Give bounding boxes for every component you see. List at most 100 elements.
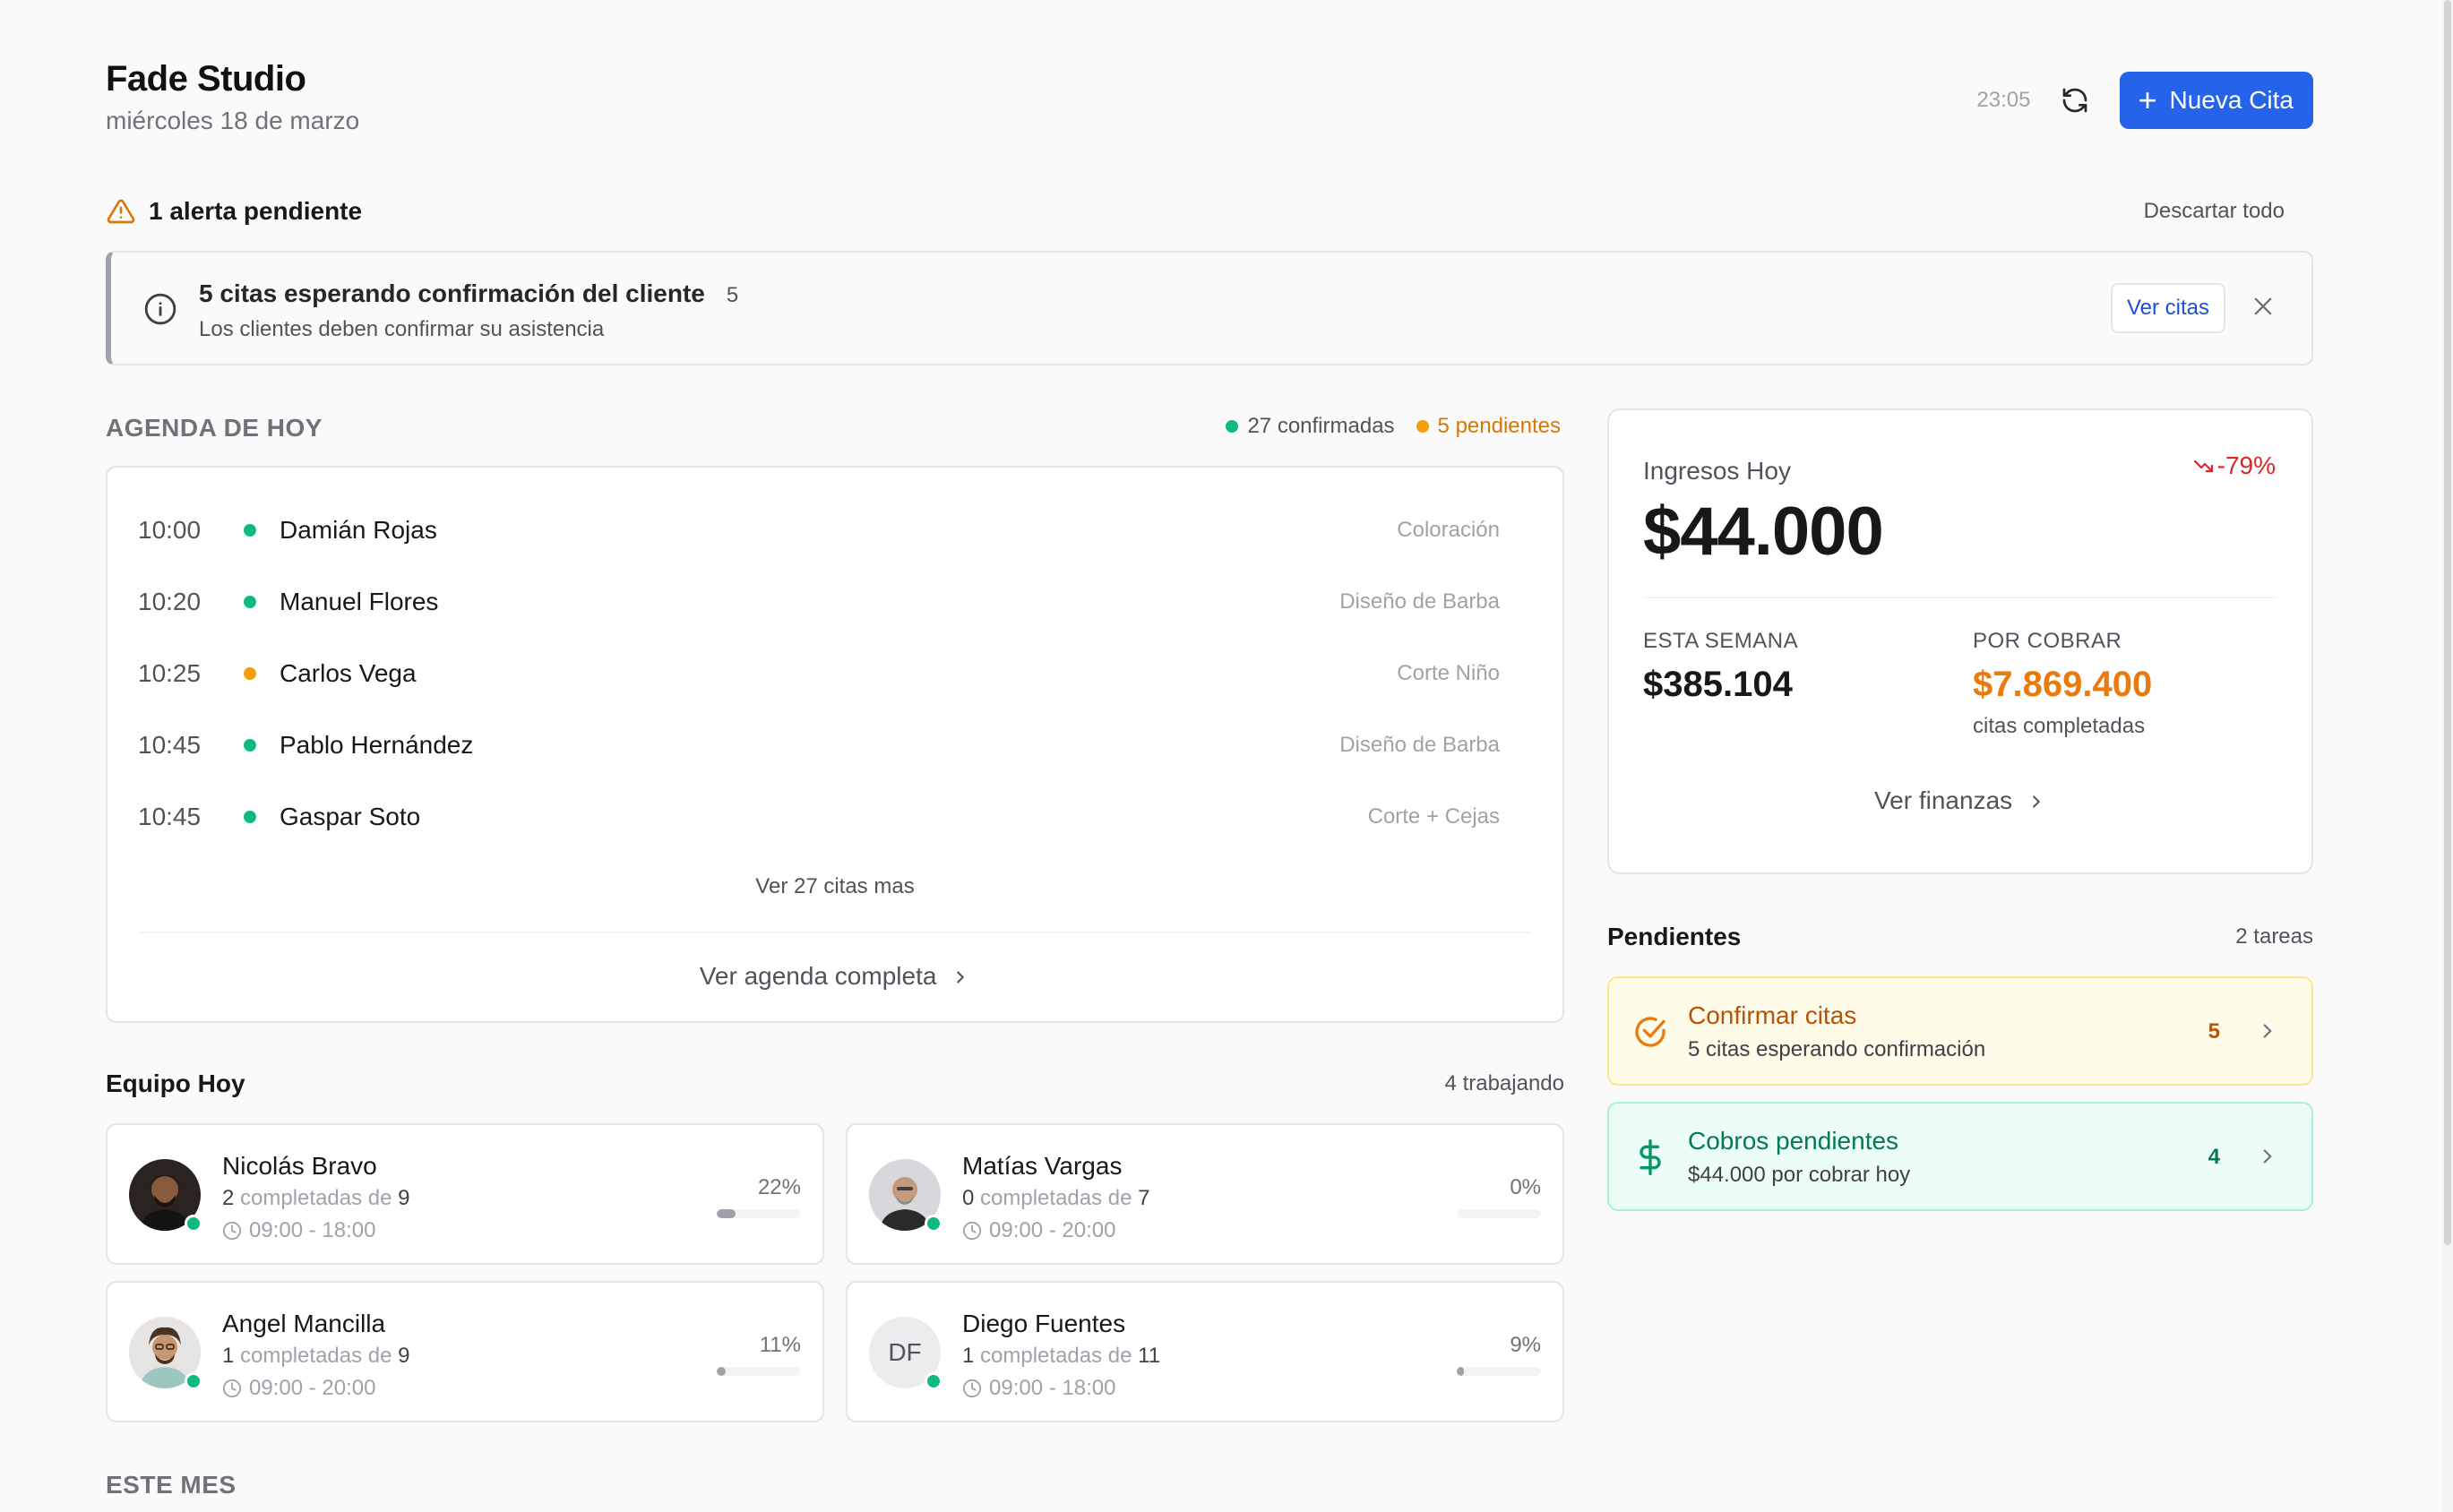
today-income-value: $44.000 (1643, 494, 1884, 570)
service-name: Corte + Cejas (1367, 804, 1500, 829)
pending-count: 5 pendientes (1437, 414, 1561, 438)
pending-title: Pendientes (1607, 923, 1742, 950)
member-completed: 0 completadas de 7 (962, 1186, 1150, 1211)
client-name: Gaspar Soto (280, 803, 421, 830)
online-indicator (925, 1372, 942, 1390)
member-hours-text: 09:00 - 20:00 (989, 1218, 1116, 1242)
online-indicator (925, 1215, 942, 1233)
task-subtitle: 5 citas esperando confirmación (1688, 1037, 1986, 1061)
status-dot (244, 739, 256, 752)
total-count: 9 (398, 1344, 410, 1368)
receivable: POR COBRAR $7.869.400 citas completadas (1973, 629, 2152, 739)
member-completed: 1 completadas de 11 (962, 1344, 1160, 1369)
chevron-right-icon (2263, 1149, 2272, 1164)
view-finances-link[interactable]: Ver finanzas (1609, 786, 2311, 815)
member-hours: 09:00 - 20:00 (222, 1376, 375, 1401)
task-count: 4 (2208, 1145, 2220, 1169)
scrollbar-track[interactable] (2442, 0, 2453, 1512)
receivable-label: POR COBRAR (1973, 629, 2122, 653)
header-actions: 23:05 + Nueva Cita (1976, 72, 2313, 129)
clock-icon (222, 1221, 242, 1241)
pending-dot (1416, 420, 1429, 433)
income-trend: -79% (2190, 451, 2276, 480)
appointment-row[interactable]: 10:00 Damián Rojas Coloración (138, 503, 1500, 557)
member-name: Angel Mancilla (222, 1310, 386, 1337)
online-indicator (185, 1372, 202, 1390)
warning-icon (107, 199, 135, 224)
total-count: 7 (1138, 1186, 1150, 1210)
today-income-label: Ingresos Hoy (1643, 457, 1791, 485)
agenda-legend: 27 confirmadas 5 pendientes (1204, 414, 1561, 439)
new-appointment-label: Nueva Cita (2169, 86, 2294, 114)
trending-down-icon (2193, 460, 2213, 473)
team-member-card[interactable]: Angel Mancilla 1 completadas de 9 09:00 … (106, 1281, 824, 1422)
member-hours-text: 09:00 - 20:00 (249, 1376, 376, 1400)
status-dot (244, 524, 256, 537)
close-icon[interactable] (2251, 294, 2276, 319)
member-hours: 09:00 - 18:00 (962, 1376, 1115, 1401)
view-appointments-button[interactable]: Ver citas (2110, 283, 2225, 333)
team-member-card[interactable]: Matías Vargas 0 completadas de 7 09:00 -… (846, 1123, 1564, 1265)
completed-label: completadas de (980, 1344, 1132, 1368)
completed-label: completadas de (980, 1186, 1132, 1210)
progress-fill (1457, 1367, 1465, 1376)
progress-bar (717, 1367, 801, 1376)
alert-count: 5 (726, 283, 739, 307)
dollar-icon (1640, 1139, 1661, 1175)
progress-fill (717, 1367, 727, 1376)
appointment-row[interactable]: 10:45 Gaspar Soto Corte + Cejas (138, 790, 1500, 844)
alert-summary: 1 alerta pendiente Descartar todo (106, 195, 2313, 228)
check-circle-icon (1635, 1017, 1665, 1047)
full-agenda-link[interactable]: Ver agenda completa (108, 962, 1562, 991)
task-subtitle: $44.000 por cobrar hoy (1688, 1163, 1911, 1187)
more-appointments-link[interactable]: Ver 27 citas mas (108, 874, 1562, 899)
status-dot (244, 811, 256, 823)
page-header: Fade Studio miércoles 18 de marzo 23:05 … (106, 59, 2313, 149)
agenda-card: 10:00 Damián Rojas Coloración 10:20 Manu… (106, 466, 1564, 1023)
member-percent: 22% (757, 1175, 801, 1199)
alert-card: 5 citas esperando confirmación del clien… (106, 251, 2313, 365)
plus-icon: + (2138, 82, 2157, 118)
client-name: Damián Rojas (280, 516, 437, 544)
confirmed-count: 27 confirmadas (1247, 414, 1395, 438)
member-name: Diego Fuentes (962, 1310, 1126, 1337)
income-trend-value: -79% (2216, 451, 2276, 479)
completed-label: completadas de (240, 1344, 392, 1368)
completed-count: 1 (962, 1344, 975, 1368)
team-member-card[interactable]: Nicolás Bravo 2 completadas de 9 09:00 -… (106, 1123, 824, 1265)
task-confirm-appointments[interactable]: Confirmar citas 5 citas esperando confir… (1607, 976, 2313, 1086)
refresh-icon[interactable] (2057, 82, 2093, 118)
progress-fill (717, 1209, 736, 1218)
appointment-row[interactable]: 10:20 Manuel Flores Diseño de Barba (138, 575, 1500, 629)
status-dot (244, 596, 256, 608)
new-appointment-button[interactable]: + Nueva Cita (2120, 72, 2313, 129)
appointment-row[interactable]: 10:25 Carlos Vega Corte Niño (138, 647, 1500, 700)
member-hours: 09:00 - 20:00 (962, 1218, 1115, 1243)
confirmed-legend: 27 confirmadas (1226, 414, 1395, 439)
task-pending-payments[interactable]: Cobros pendientes $44.000 por cobrar hoy… (1607, 1102, 2313, 1211)
dismiss-all-button[interactable]: Descartar todo (2144, 199, 2285, 224)
client-name: Carlos Vega (280, 659, 417, 687)
member-name: Matías Vargas (962, 1152, 1123, 1180)
team-member-card[interactable]: DF Diego Fuentes 1 completadas de 11 09:… (846, 1281, 1564, 1422)
service-name: Diseño de Barba (1339, 733, 1500, 757)
appointment-time: 10:45 (138, 803, 202, 830)
scrollbar-thumb[interactable] (2444, 0, 2451, 1245)
clock-icon (222, 1379, 242, 1398)
confirmed-dot (1226, 420, 1239, 433)
task-count: 5 (2208, 1019, 2220, 1044)
member-hours: 09:00 - 18:00 (222, 1218, 375, 1243)
alert-subtitle: Los clientes deben confirmar su asistenc… (199, 317, 605, 341)
team-count: 4 trabajando (1444, 1071, 1564, 1095)
completed-count: 1 (222, 1344, 235, 1368)
member-completed: 2 completadas de 9 (222, 1186, 410, 1211)
receivable-note: citas completadas (1973, 714, 2146, 738)
appointment-time: 10:20 (138, 588, 202, 615)
appointment-time: 10:00 (138, 516, 202, 544)
clock-icon (962, 1221, 982, 1241)
agenda-label: AGENDA DE HOY (106, 414, 323, 442)
team-title: Equipo Hoy (106, 1070, 245, 1097)
team-header: Equipo Hoy 4 trabajando (106, 1070, 1564, 1098)
receivable-value: $7.869.400 (1973, 665, 2153, 704)
appointment-row[interactable]: 10:45 Pablo Hernández Diseño de Barba (138, 718, 1500, 772)
